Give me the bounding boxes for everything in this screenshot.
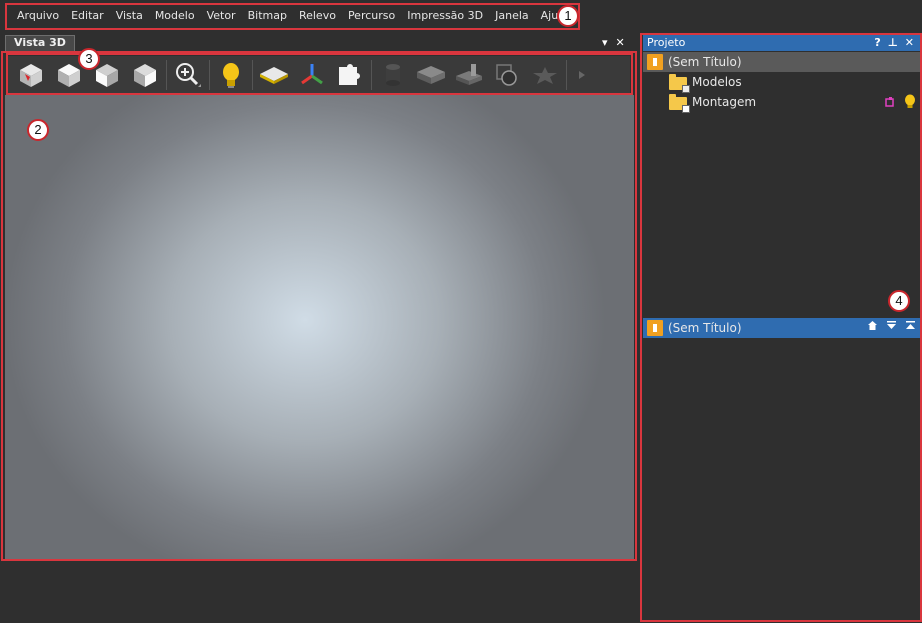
tool-button[interactable] [450,58,488,92]
plane-icon [260,66,288,84]
tool-block-icon [456,63,482,85]
project-panel-header: Projeto ? ⊥ ✕ [643,35,920,51]
lower-project-root[interactable]: (Sem Título) [643,318,920,338]
toolbar-separator [166,59,167,90]
lightbulb-icon [223,62,239,88]
folder-add-icon [669,93,690,113]
star-button[interactable] [526,58,564,92]
menu-editar[interactable]: Editar [65,9,110,22]
block-button[interactable] [412,58,450,92]
toolbar-separator [566,59,567,90]
chevron-right-icon [579,70,585,79]
project-panel-title: Projeto [647,36,686,49]
tree-root-label: (Sem Título) [668,55,742,69]
tree-item-label: Modelos [692,75,742,89]
shape-overlap-icon [496,63,517,86]
toolbar-overflow-button[interactable] [569,58,595,92]
star-icon [533,66,557,84]
toolbar-separator [209,59,210,90]
lightbulb-icon[interactable] [904,94,916,110]
plane-button[interactable] [255,58,293,92]
project-box-icon [647,54,663,70]
lower-panel-actions [867,320,916,331]
lower-root-label: (Sem Título) [668,321,742,335]
menu-relevo[interactable]: Relevo [293,9,342,22]
component-icon[interactable] [884,96,896,108]
side-view-button[interactable] [126,58,164,92]
help-icon[interactable]: ? [874,35,880,51]
project-panel-controls: ? ⊥ ✕ [874,35,914,51]
block-icon [417,65,445,84]
tree-root-item[interactable]: (Sem Título) [643,52,920,72]
project-box-icon [647,320,663,336]
cube-top-icon [58,63,80,87]
callout-1: 1 [557,5,579,27]
tree-item-modelos[interactable]: Modelos [643,72,920,93]
menu-items: Arquivo Editar Vista Modelo Vetor Bitmap… [11,9,578,22]
tree-item-montagem[interactable]: Montagem [643,92,920,113]
puzzle-button[interactable] [331,58,369,92]
menu-arquivo[interactable]: Arquivo [11,9,65,22]
view-toolbar [8,56,630,93]
cylinder-icon [386,63,400,86]
cylinder-button[interactable] [374,58,412,92]
3d-viewport[interactable] [5,95,634,559]
tab-vista-3d[interactable]: Vista 3D [5,35,75,51]
toolbar-separator [252,59,253,90]
lighting-button[interactable] [212,58,250,92]
menu-vista[interactable]: Vista [110,9,149,22]
iso-view-button[interactable] [12,58,50,92]
view3d-controls: ▾ ✕ [602,36,625,49]
collapse-down-icon[interactable] [886,320,897,331]
menu-vetor[interactable]: Vetor [201,9,242,22]
shadow-button[interactable] [488,58,526,92]
toolbar-separator [371,59,372,90]
panel-close-icon[interactable]: ✕ [616,36,625,49]
panel-dropdown-icon[interactable]: ▾ [602,36,608,49]
puzzle-icon [339,63,360,85]
collapse-up-icon[interactable] [905,320,916,331]
cube-side-icon [134,63,156,87]
callout-4: 4 [888,290,910,312]
pin-icon[interactable]: ⊥ [888,35,898,51]
home-icon[interactable] [867,320,878,331]
menu-janela[interactable]: Janela [489,9,535,22]
cube-red-icon [20,63,42,87]
menu-bitmap[interactable]: Bitmap [242,9,293,22]
axes-icon [301,63,323,84]
menu-impressao-3d[interactable]: Impressão 3D [401,9,489,22]
tree-item-label: Montagem [692,95,757,109]
menu-percurso[interactable]: Percurso [342,9,401,22]
menu-bar: Arquivo Editar Vista Modelo Vetor Bitmap… [0,0,922,32]
montagem-actions [884,94,916,110]
zoom-icon [176,62,201,87]
axes-button[interactable] [293,58,331,92]
close-icon[interactable]: ✕ [905,35,914,51]
callout-2: 2 [27,119,49,141]
folder-icon [669,73,690,93]
callout-3: 3 [78,48,100,70]
zoom-button[interactable] [169,58,207,92]
menu-modelo[interactable]: Modelo [149,9,201,22]
